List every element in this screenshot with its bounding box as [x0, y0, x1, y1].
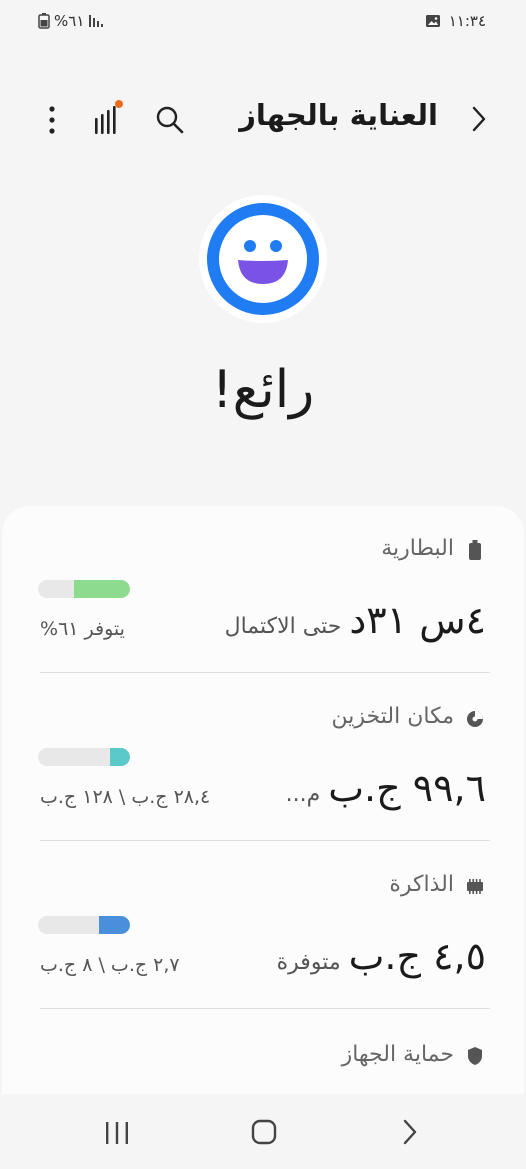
storage-bar-fill: [109, 748, 130, 766]
storage-title: مكان التخزين: [331, 704, 454, 729]
shield-icon: [468, 1047, 482, 1065]
diagnostics-bars-icon[interactable]: [92, 98, 124, 136]
nav-back-icon[interactable]: [400, 1118, 420, 1146]
battery-percent: %٦١: [54, 12, 85, 30]
protection-section[interactable]: حماية الجهاز: [2, 1010, 524, 1100]
signal-icon: [89, 15, 104, 27]
storage-pie-icon: [467, 711, 483, 727]
notification-dot: [115, 100, 123, 108]
memory-title: الذاكرة: [389, 872, 454, 897]
storage-free: ٩٩,٦ ج.ب: [328, 766, 486, 810]
app-header: العناية بالجهاز: [0, 96, 526, 144]
memory-bar: [38, 916, 130, 934]
storage-free-sub: م...: [285, 782, 321, 807]
battery-time: ٤س ٣١د: [349, 598, 486, 642]
memory-free-line: ٤,٥ ج.ب متوفرة: [277, 934, 486, 978]
storage-bar: [38, 748, 130, 766]
navigation-bar: [0, 1094, 526, 1169]
battery-bar: [38, 580, 130, 598]
clock: ١١:٣٤: [448, 12, 486, 30]
overall-status: رائع!: [211, 360, 315, 420]
divider: [40, 840, 490, 841]
status-right: ١١:٣٤: [425, 12, 486, 30]
battery-available: يتوفر ٦١%: [40, 618, 125, 640]
status-bar: %٦١ ١١:٣٤: [0, 0, 526, 44]
battery-section[interactable]: البطارية يتوفر ٦١% ٤س ٣١د حتى الاكتمال: [2, 506, 524, 672]
storage-free-line: ٩٩,٦ ج.ب م...: [286, 766, 486, 810]
storage-section[interactable]: مكان التخزين ٢٨,٤ ج.ب \ ١٢٨ ج.ب ٩٩,٦ ج.ب…: [2, 674, 524, 840]
more-options-icon[interactable]: [40, 104, 64, 136]
search-icon[interactable]: [154, 104, 186, 136]
divider: [40, 672, 490, 673]
status-left: %٦١: [38, 12, 104, 30]
memory-chip-icon: [467, 879, 483, 894]
smiley-face-icon: [199, 195, 327, 323]
memory-usage: ٢,٧ ج.ب \ ٨ ج.ب: [40, 954, 180, 976]
battery-title: البطارية: [381, 536, 454, 561]
battery-charging-icon: [38, 13, 50, 29]
protection-title: حماية الجهاز: [341, 1042, 454, 1067]
memory-section[interactable]: الذاكرة ٢,٧ ج.ب \ ٨ ج.ب ٤,٥ ج.ب متوفرة: [2, 842, 524, 1008]
memory-bar-fill: [98, 916, 130, 934]
back-chevron-icon[interactable]: [466, 104, 490, 134]
battery-icon: [469, 540, 481, 560]
device-care-screen: %٦١ ١١:٣٤ العناية بالجهاز رائع! البطارية…: [0, 0, 526, 1169]
home-icon[interactable]: [250, 1118, 278, 1146]
storage-usage: ٢٨,٤ ج.ب \ ١٢٨ ج.ب: [40, 786, 211, 808]
memory-free: ٤,٥ ج.ب: [348, 934, 486, 978]
page-title: العناية بالجهاز: [239, 98, 438, 132]
battery-bar-fill: [73, 580, 130, 598]
battery-time-line: ٤س ٣١د حتى الاكتمال: [225, 598, 486, 642]
divider: [40, 1008, 490, 1009]
status-card: البطارية يتوفر ٦١% ٤س ٣١د حتى الاكتمال م…: [2, 506, 524, 1126]
battery-time-sub: حتى الاكتمال: [224, 614, 342, 639]
recent-apps-icon[interactable]: [102, 1120, 132, 1146]
image-notification-icon: [425, 15, 440, 27]
memory-free-sub: متوفرة: [276, 950, 341, 975]
